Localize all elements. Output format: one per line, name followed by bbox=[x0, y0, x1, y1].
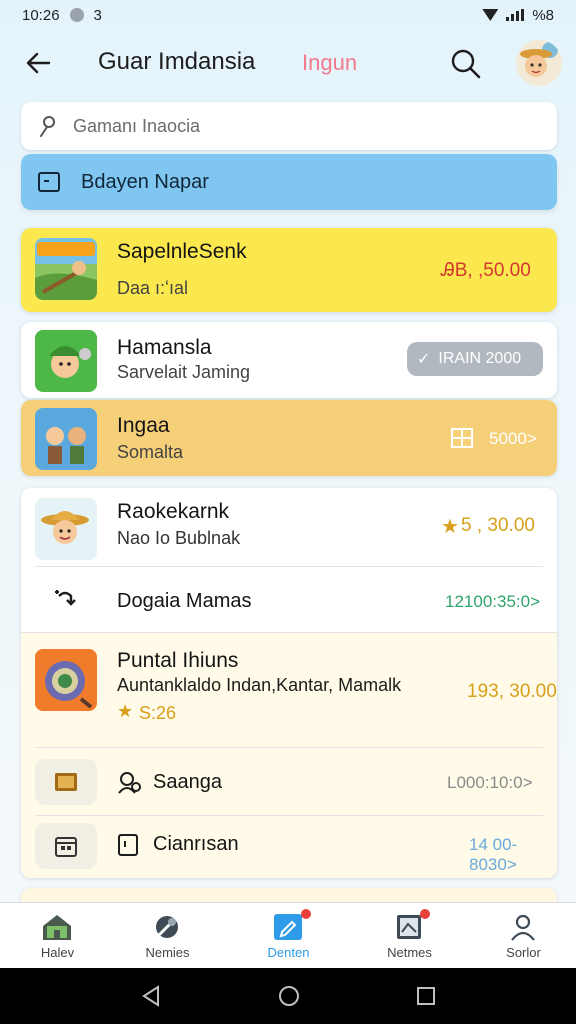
grid-icon bbox=[451, 428, 473, 448]
recents-nav-button[interactable] bbox=[416, 986, 436, 1006]
tab-chat[interactable]: Denten bbox=[231, 903, 346, 969]
game-thumbnail bbox=[35, 238, 97, 300]
system-navigation-bar bbox=[0, 968, 576, 1024]
game-thumbnail bbox=[35, 408, 97, 470]
status-time: 10:26 bbox=[22, 6, 60, 24]
user-search-icon bbox=[40, 116, 55, 137]
item-subtitle: Sarvelait Jaming bbox=[117, 362, 251, 382]
wifi-icon bbox=[482, 9, 499, 21]
app-bar: Guar Imdansia Ingun bbox=[0, 36, 576, 90]
icon-box bbox=[35, 823, 97, 869]
tab-label: Halev bbox=[40, 945, 75, 960]
search-icon bbox=[451, 49, 481, 79]
status-indicator: 3 bbox=[93, 6, 102, 24]
list-item[interactable]: SapelnleSenk Daa ı:ʻıal ᎯB, ,50.00 bbox=[21, 228, 557, 312]
home-nav-button[interactable] bbox=[277, 984, 301, 1008]
divider bbox=[35, 815, 543, 816]
item-price: 5000> bbox=[489, 429, 537, 448]
back-nav-button[interactable] bbox=[140, 984, 162, 1008]
list-item[interactable]: Dogaia Mamas 12100:35:0> bbox=[21, 568, 557, 632]
banner-label: Bdayen Napar bbox=[81, 170, 209, 193]
page-subtitle[interactable]: Ingun bbox=[302, 50, 357, 76]
item-subtitle: Nao Io Bublnak bbox=[117, 528, 241, 548]
item-title: Hamansla bbox=[117, 336, 212, 359]
item-title: SapelnleSenk bbox=[117, 240, 247, 263]
back-button[interactable] bbox=[22, 48, 54, 78]
people-icon bbox=[118, 772, 141, 794]
search-input[interactable]: Gamanı Inaocia bbox=[21, 102, 557, 150]
profile-icon bbox=[504, 911, 542, 943]
page-title: Guar Imdansia bbox=[98, 48, 256, 75]
item-price: 5 , 30.00 bbox=[461, 515, 535, 536]
icon-box bbox=[35, 759, 97, 805]
avatar-icon bbox=[520, 42, 558, 77]
item-title: Puntal Ihiuns bbox=[117, 649, 239, 672]
tab-label: Nemies bbox=[145, 945, 190, 960]
item-tag: S:26 bbox=[139, 703, 177, 723]
game-thumbnail bbox=[35, 649, 97, 711]
item-price: 193, 30.00 bbox=[467, 681, 557, 702]
item-title: Ingaa bbox=[117, 414, 170, 437]
search-placeholder: Gamanı Inaocia bbox=[73, 115, 201, 136]
item-subtitle: Daa ı:ʻıal bbox=[117, 278, 189, 298]
list-item[interactable]: Puntal Ihiuns Auntanklaldo Indan,Kantar,… bbox=[21, 633, 557, 878]
tab-label: Denten bbox=[267, 945, 310, 960]
list-item[interactable]: Raokekarnk Nao Io Bublnak ★ 5 , 30.00 bbox=[21, 488, 557, 566]
check-icon: ✓ bbox=[417, 351, 431, 368]
item-time: 14 00-8030> bbox=[469, 835, 518, 874]
avatar[interactable] bbox=[516, 40, 562, 86]
tab-home[interactable]: Halev bbox=[0, 903, 115, 969]
swap-icon bbox=[55, 590, 76, 606]
item-subtitle: Somalta bbox=[117, 442, 184, 462]
inbox-icon bbox=[38, 172, 60, 192]
signal-icon bbox=[506, 9, 525, 21]
home-icon bbox=[38, 911, 76, 943]
banner-button[interactable]: Bdayen Napar bbox=[21, 154, 557, 210]
item-subtitle: Auntanklaldo Indan,Kantar, Mamalk bbox=[117, 675, 402, 695]
game-thumbnail bbox=[35, 498, 97, 560]
list-item[interactable]: Saanga L000:10:0> bbox=[21, 749, 557, 813]
game-thumbnail bbox=[35, 330, 97, 392]
tab-label: Sorlor bbox=[506, 945, 541, 960]
document-icon bbox=[118, 834, 138, 856]
tab-label: Netmes bbox=[387, 945, 432, 960]
bottom-navigation: Halev Nemies Denten Netmes Sorlor bbox=[0, 902, 576, 968]
list-card: Raokekarnk Nao Io Bublnak ★ 5 , 30.00 Do… bbox=[21, 488, 557, 878]
item-time: L000:10:0> bbox=[447, 773, 533, 792]
list-item[interactable]: Hamansla Sarvelait Jaming ✓ IRAIN 2000 bbox=[21, 322, 557, 398]
item-title: Cianrısan bbox=[153, 833, 239, 855]
tab-images[interactable]: Netmes bbox=[352, 903, 467, 969]
arrow-left-icon bbox=[26, 52, 51, 74]
calendar-icon bbox=[55, 837, 77, 857]
divider bbox=[35, 747, 543, 748]
tab-tools[interactable]: Nemies bbox=[110, 903, 225, 969]
item-price: ᎯB, ,50.00 bbox=[441, 260, 531, 281]
battery-label: %8 bbox=[532, 6, 554, 24]
item-title: Saanga bbox=[153, 771, 222, 793]
tab-profile[interactable]: Sorlor bbox=[466, 903, 576, 969]
status-bar: 10:26 3 %8 bbox=[0, 0, 576, 30]
pill-label: IRAIN 2000 bbox=[438, 350, 522, 367]
coin-icon: ★ bbox=[441, 516, 459, 538]
status-pill-button[interactable]: ✓ IRAIN 2000 bbox=[407, 342, 543, 376]
list-item[interactable]: Cianrısan 14 00-8030> bbox=[21, 817, 557, 875]
item-title: Raokekarnk bbox=[117, 500, 230, 523]
folder-icon bbox=[55, 773, 77, 791]
tools-icon bbox=[148, 911, 186, 943]
coin-icon: ★ bbox=[117, 701, 134, 721]
notification-badge bbox=[301, 909, 311, 919]
notification-badge bbox=[420, 909, 430, 919]
list-item[interactable]: Ingaa Somalta 5000> bbox=[21, 400, 557, 476]
item-time: 12100:35:0> bbox=[445, 592, 541, 611]
item-title: Dogaia Mamas bbox=[117, 590, 252, 612]
divider bbox=[35, 566, 543, 567]
search-button[interactable] bbox=[448, 46, 484, 82]
notification-icon bbox=[69, 8, 84, 22]
